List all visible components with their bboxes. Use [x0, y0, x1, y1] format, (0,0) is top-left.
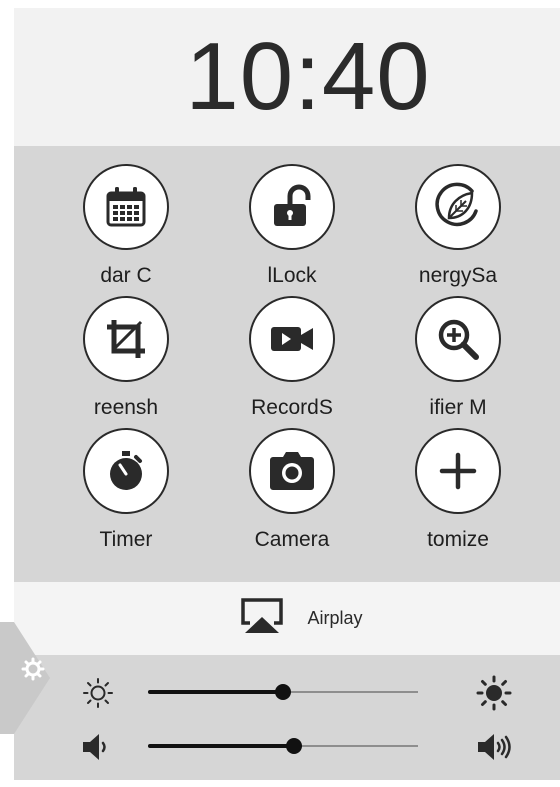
clock-time: 10:40 [185, 23, 431, 130]
airplay-button[interactable]: Airplay [14, 582, 560, 655]
tile-label: Timer [99, 528, 153, 551]
tile-label: reensh [93, 396, 159, 419]
timer-icon [83, 428, 169, 514]
quick-actions-grid: dar C lLock nergySa reensh RecordS ifier… [14, 146, 560, 582]
tile-label: dar C [100, 264, 152, 287]
brightness-high-icon [474, 673, 514, 713]
volume-low-icon [76, 727, 116, 767]
volume-row [14, 721, 560, 771]
control-center-panel: 10:40 dar C lLock nergySa reensh RecordS… [14, 8, 560, 780]
tile-label: nergySa [418, 264, 498, 287]
brightness-slider[interactable] [148, 684, 418, 700]
crop-icon [83, 296, 169, 382]
energy-saver-icon [415, 164, 501, 250]
tile-label: Camera [254, 528, 330, 551]
volume-high-icon [474, 727, 514, 767]
tile-label: tomize [427, 528, 489, 551]
video-camera-icon [249, 296, 335, 382]
tile-label: lLock [267, 264, 317, 287]
airplay-label: Airplay [307, 608, 363, 628]
calendar-icon [83, 164, 169, 250]
volume-slider-knob[interactable] [285, 738, 302, 754]
tile-label: RecordS [251, 396, 333, 419]
magnifier-icon [415, 296, 501, 382]
volume-slider-fill [148, 744, 294, 748]
plus-icon [415, 428, 501, 514]
brightness-row [14, 667, 560, 717]
settings-handle[interactable] [0, 622, 50, 734]
tile-label: ifier M [429, 396, 487, 419]
airplay-icon [239, 597, 285, 640]
lock-icon [249, 164, 335, 250]
sliders-area [14, 655, 560, 780]
clock-header: 10:40 [14, 8, 560, 146]
brightness-slider-knob[interactable] [275, 684, 291, 700]
volume-slider[interactable] [148, 738, 418, 754]
brightness-slider-fill [148, 690, 283, 694]
camera-icon [249, 428, 335, 514]
brightness-low-icon [78, 673, 118, 713]
